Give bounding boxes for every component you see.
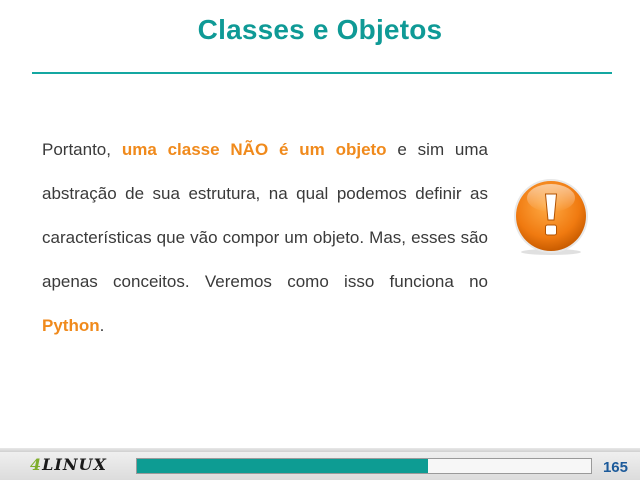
footer-top-edge [0, 448, 640, 452]
brand-logo: 4LINUX [30, 455, 107, 474]
slide-progress-fill [137, 459, 428, 473]
paragraph-highlight-1: uma classe NÃO é um objeto [121, 140, 387, 159]
slide-paragraph: Portanto, uma classe NÃO é um objeto e s… [42, 128, 488, 348]
slide: Classes e Objetos Portanto, uma classe N… [0, 0, 640, 480]
brand-logo-four: 4 [30, 455, 43, 474]
slide-progress-bar [136, 458, 592, 474]
page-number: 165 [602, 459, 628, 476]
slide-title: Classes e Objetos [197, 14, 443, 45]
paragraph-highlight-2: Python [42, 316, 100, 335]
brand-logo-linux: LINUX [42, 455, 107, 474]
paragraph-text-1: Portanto, [42, 140, 122, 159]
paragraph-text-2: e sim uma abstração de sua estrutura, na… [42, 140, 488, 291]
paragraph-text-3: . [99, 316, 105, 335]
exclamation-alert-icon [514, 179, 588, 255]
title-divider [32, 72, 612, 74]
